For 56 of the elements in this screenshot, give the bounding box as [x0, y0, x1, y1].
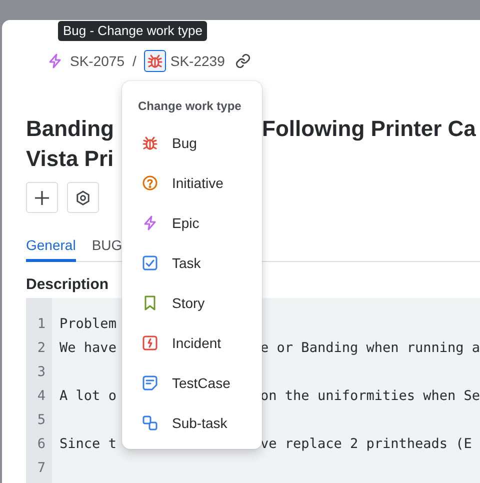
- document-icon: [142, 375, 158, 391]
- menu-item[interactable]: Incident: [122, 323, 262, 363]
- menu-item-label: TestCase: [172, 375, 230, 391]
- bookmark-icon: [142, 295, 158, 311]
- lightning-icon: [47, 53, 63, 69]
- line-number: 2: [36, 339, 47, 358]
- menu-item-label: Story: [172, 295, 205, 311]
- menu-item[interactable]: Story: [122, 283, 262, 323]
- menu-item-label: Task: [172, 255, 201, 271]
- tab[interactable]: General: [26, 233, 76, 262]
- code-line: A lot o: [60, 387, 116, 406]
- section-heading: Description: [26, 276, 110, 295]
- plus-icon: [33, 188, 51, 206]
- issue-key-link[interactable]: SK-2239: [170, 53, 225, 69]
- menu-item-label: Epic: [172, 215, 200, 231]
- code-line: Problem: [60, 315, 116, 334]
- code-line: ve replace 2 printheads (E: [260, 435, 472, 454]
- work-type-button[interactable]: [144, 50, 166, 72]
- bug-icon: [147, 53, 164, 69]
- menu-item[interactable]: Epic: [122, 203, 262, 243]
- code-line: on the uniformities when Se: [260, 387, 480, 406]
- menu-item[interactable]: TestCase: [122, 363, 262, 403]
- code-line: Since t: [60, 435, 116, 454]
- menu-item[interactable]: Initiative: [122, 163, 262, 203]
- issue-title: Vista Pri: [26, 145, 114, 173]
- line-number: 4: [36, 387, 47, 406]
- link-icon[interactable]: [234, 53, 251, 69]
- subtask-icon: [142, 415, 158, 431]
- menu-header: Change work type: [137, 99, 242, 115]
- line-number: 6: [36, 435, 47, 454]
- settings-button[interactable]: [67, 182, 99, 213]
- line-number: 7: [36, 459, 47, 478]
- issue-key-link[interactable]: SK-2075: [70, 53, 124, 69]
- lightning-icon: [142, 215, 158, 231]
- add-button[interactable]: [26, 182, 58, 213]
- menu-item-label: Initiative: [172, 175, 224, 191]
- checkbox-icon: [142, 255, 158, 271]
- line-number: 1: [36, 315, 47, 334]
- menu-item-label: Bug: [172, 135, 197, 151]
- tab[interactable]: BUG: [92, 233, 122, 262]
- menu-item[interactable]: Task: [122, 243, 262, 283]
- menu-item[interactable]: Bug: [122, 123, 262, 163]
- menu-item[interactable]: Sub-task: [122, 403, 262, 443]
- settings-icon: [75, 190, 91, 206]
- menu-item-label: Sub-task: [172, 415, 228, 431]
- breadcrumb-separator: /: [132, 53, 136, 69]
- issue-title: Banding: [26, 115, 114, 143]
- line-number: 5: [36, 411, 47, 430]
- incident-icon: [142, 335, 158, 351]
- bug-icon: [142, 135, 158, 151]
- question-icon: [142, 175, 158, 191]
- menu-item-label: Incident: [172, 335, 222, 351]
- line-number: 3: [36, 363, 47, 382]
- code-line: We have: [60, 339, 116, 358]
- issue-title: Following Printer Ca: [262, 115, 476, 143]
- tooltip: Bug - Change work type: [58, 21, 208, 41]
